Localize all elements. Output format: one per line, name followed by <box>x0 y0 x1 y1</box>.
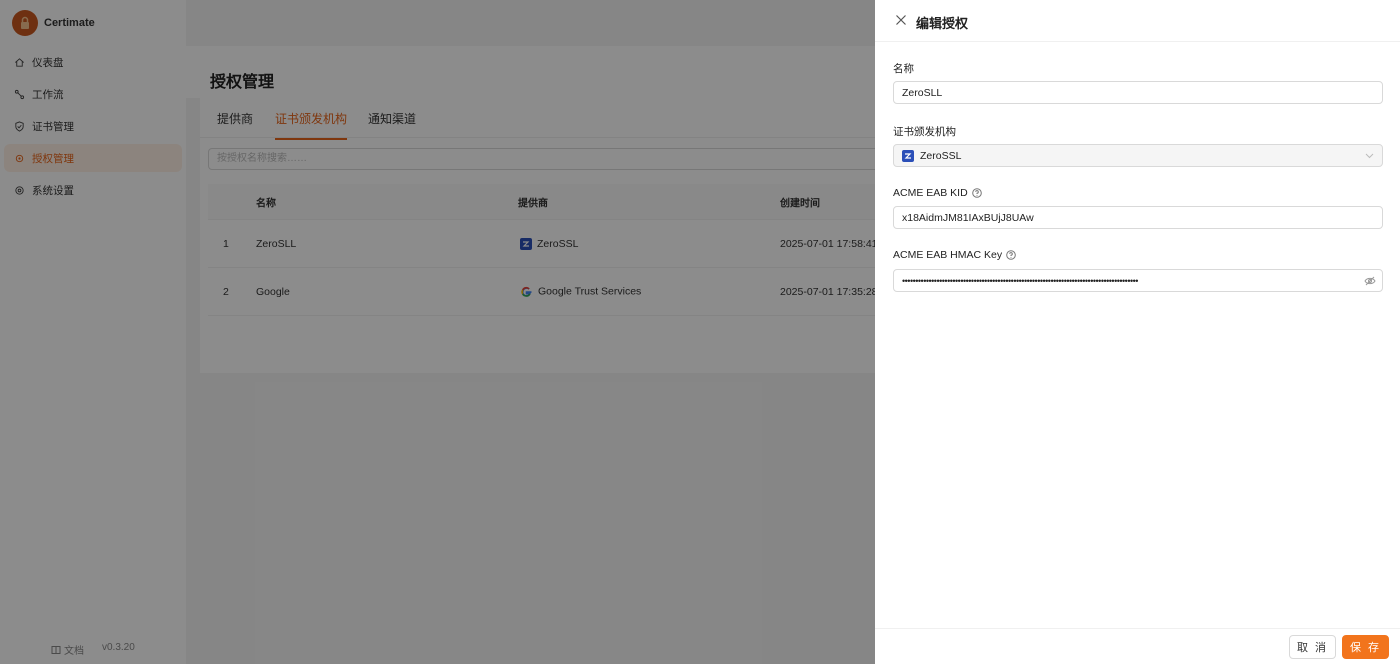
kid-label: ACME EAB KID <box>893 187 982 199</box>
ca-select[interactable]: ZeroSSL <box>893 144 1383 167</box>
cancel-button[interactable]: 取 消 <box>1289 635 1336 659</box>
drawer-footer: 取 消 保 存 <box>875 628 1400 664</box>
ca-label: 证书颁发机构 <box>893 126 956 138</box>
drawer-mask[interactable] <box>0 0 875 664</box>
help-circle-icon[interactable] <box>1006 250 1016 260</box>
edit-access-drawer: 编辑授权 名称 ZeroSLL 证书颁发机构 ZeroSSL ACME EAB … <box>875 0 1400 664</box>
hmac-input[interactable]: ••••••••••••••••••••••••••••••••••••••••… <box>893 269 1383 292</box>
ca-select-value: ZeroSSL <box>920 149 962 162</box>
close-icon[interactable] <box>895 14 907 26</box>
hmac-masked-value: ••••••••••••••••••••••••••••••••••••••••… <box>902 275 1138 286</box>
help-circle-icon[interactable] <box>971 188 982 198</box>
drawer-header: 编辑授权 <box>875 0 1400 42</box>
kid-label-text: ACME EAB KID <box>893 187 968 199</box>
chevron-down-icon <box>1365 153 1374 159</box>
eye-invisible-icon[interactable] <box>1364 276 1376 286</box>
name-input[interactable]: ZeroSLL <box>893 81 1383 104</box>
hmac-label: ACME EAB HMAC Key <box>893 249 1016 261</box>
save-button[interactable]: 保 存 <box>1342 635 1389 659</box>
name-label: 名称 <box>893 63 914 75</box>
zerossl-icon <box>902 149 914 162</box>
drawer-title: 编辑授权 <box>916 16 969 31</box>
hmac-label-text: ACME EAB HMAC Key <box>893 249 1003 261</box>
kid-input[interactable]: x18AidmJM81IAxBUjJ8UAw <box>893 206 1383 229</box>
